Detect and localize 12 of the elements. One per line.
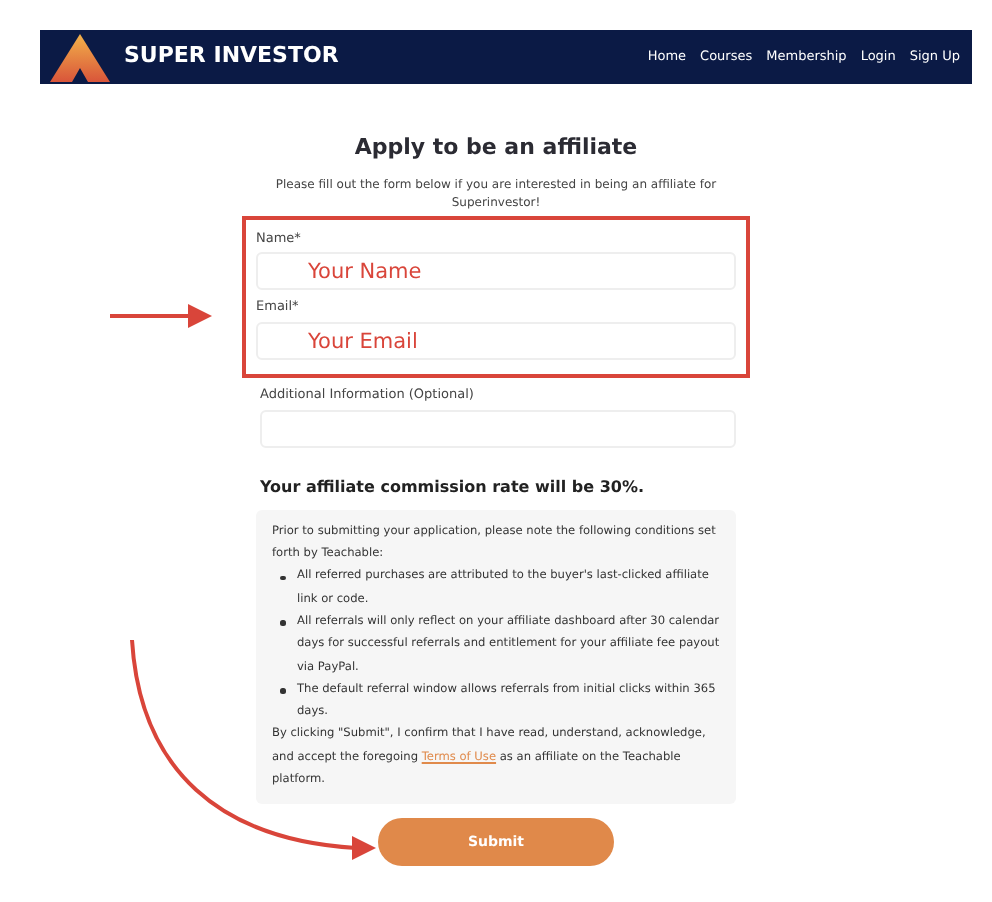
annotation-arrow (110, 304, 212, 328)
brand-name[interactable]: SUPER INVESTOR (124, 40, 339, 74)
bullet-icon (280, 620, 285, 626)
form-title: Apply to be an affiliate (352, 132, 640, 164)
input-field[interactable]: Your Email (256, 322, 736, 360)
bullet-icon (280, 575, 285, 581)
logo-icon[interactable] (48, 31, 112, 83)
annotation-text: Your Email (308, 328, 418, 358)
commission-heading: Your affiliate commission rate will be 30%. (260, 475, 647, 500)
input-field[interactable]: Your Name (256, 252, 736, 291)
bullet-icon (280, 688, 285, 694)
annotation-text: Your Name (308, 258, 422, 289)
